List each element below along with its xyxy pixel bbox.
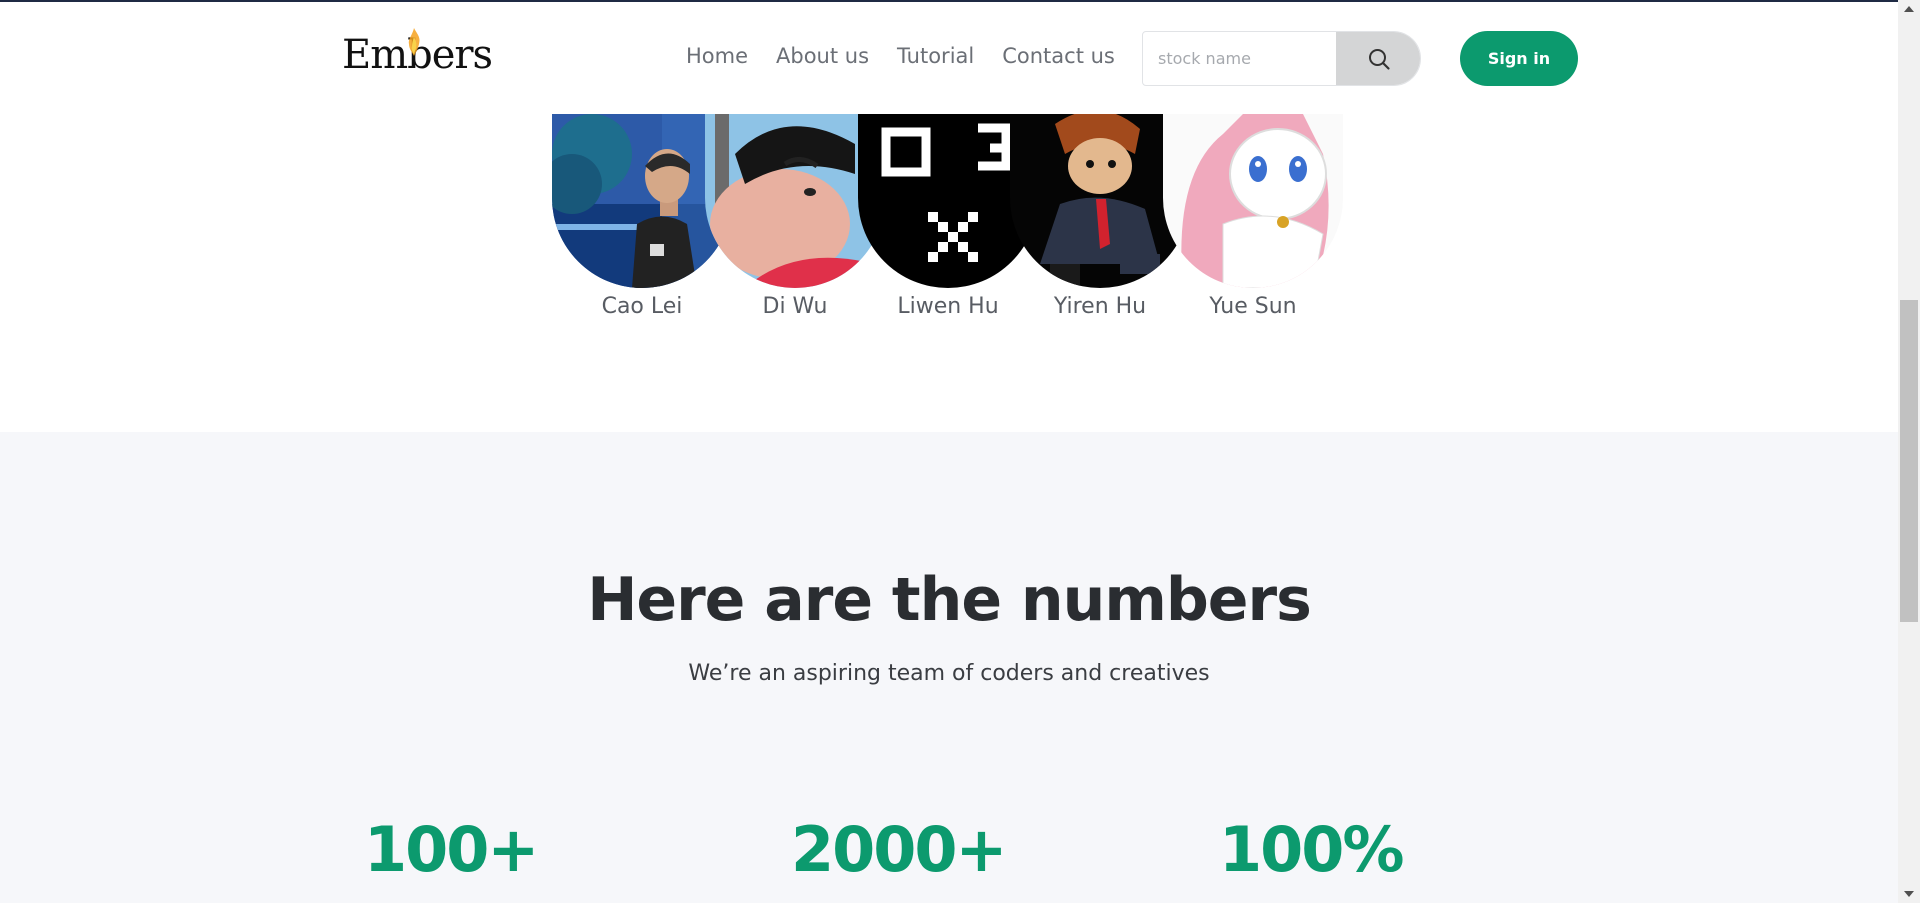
numbers-title: Here are the numbers	[587, 565, 1312, 635]
anime-cat-avatar[interactable]	[1163, 114, 1343, 288]
nav-tutorial[interactable]: Tutorial	[897, 44, 974, 68]
search-input[interactable]	[1143, 32, 1335, 85]
site-header: Embers Home About us Tutorial Contact us…	[0, 2, 1898, 114]
scroll-down-arrow-icon[interactable]	[1904, 891, 1914, 897]
search-box	[1142, 31, 1421, 86]
flame-icon	[408, 28, 420, 56]
nav-about-us[interactable]: About us	[776, 44, 869, 68]
scrollbar-thumb[interactable]	[1900, 300, 1918, 622]
numbers-subtitle: We’re an aspiring team of coders and cre…	[688, 661, 1210, 686]
member-name: Yue Sun	[1209, 294, 1297, 319]
logo[interactable]: Embers	[342, 28, 493, 92]
scroll-up-arrow-icon[interactable]	[1904, 6, 1914, 12]
main-nav: Home About us Tutorial Contact us	[686, 44, 1115, 68]
nav-contact-us[interactable]: Contact us	[1002, 44, 1115, 68]
search-button[interactable]	[1336, 32, 1420, 85]
team-section: Cao Lei Di Wu Liwen Hu Yiren Hu Yue Sun	[0, 114, 1898, 432]
stat-value: 2000+	[791, 813, 1008, 886]
search-icon	[1368, 48, 1390, 70]
stat-value: 100+	[364, 813, 539, 886]
numbers-section: Here are the numbers We’re an aspiring t…	[0, 432, 1898, 903]
nav-home[interactable]: Home	[686, 44, 748, 68]
page-scrollbar[interactable]	[1898, 0, 1920, 903]
sign-in-button[interactable]: Sign in	[1460, 31, 1578, 86]
stat-value: 100%	[1219, 813, 1405, 886]
